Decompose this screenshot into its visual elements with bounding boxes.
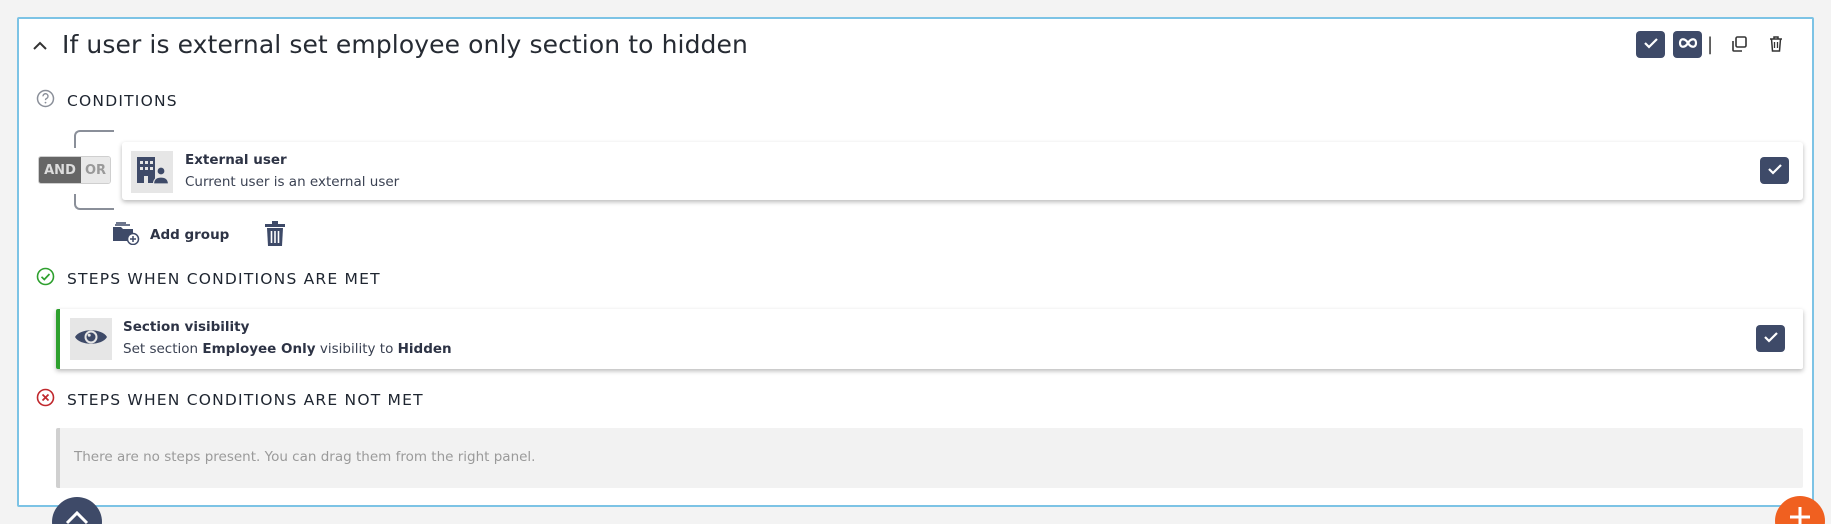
condition-enabled-toggle[interactable] bbox=[1760, 157, 1789, 184]
trash-icon[interactable] bbox=[1766, 34, 1786, 54]
add-group-label: Add group bbox=[150, 227, 230, 243]
plus-icon bbox=[1787, 504, 1813, 524]
always-run-toggle[interactable] bbox=[1673, 31, 1702, 58]
or-option[interactable]: OR bbox=[81, 157, 110, 183]
header-separator: | bbox=[1707, 34, 1714, 55]
condition-title: External user bbox=[185, 152, 287, 168]
check-icon bbox=[1767, 161, 1783, 180]
condition-subtitle: Current user is an external user bbox=[185, 174, 400, 190]
check-icon bbox=[1643, 35, 1659, 54]
chevron-up-icon[interactable] bbox=[29, 35, 51, 57]
step-section-name: Employee Only bbox=[202, 341, 316, 357]
step-sub-middle: visibility to bbox=[315, 341, 398, 357]
met-label: STEPS WHEN CONDITIONS ARE MET bbox=[67, 269, 381, 288]
question-circle-icon bbox=[36, 89, 55, 112]
condition-thumbnail bbox=[131, 151, 173, 193]
met-header: STEPS WHEN CONDITIONS ARE MET bbox=[36, 267, 381, 290]
empty-steps-message: There are no steps present. You can drag… bbox=[74, 449, 536, 465]
step-subtitle: Set section Employee Only visibility to … bbox=[123, 341, 452, 357]
delete-group-icon[interactable] bbox=[264, 221, 286, 247]
not-met-label: STEPS WHEN CONDITIONS ARE NOT MET bbox=[67, 390, 424, 409]
not-met-header: STEPS WHEN CONDITIONS ARE NOT MET bbox=[36, 388, 424, 411]
rule-title: If user is external set employee only se… bbox=[62, 30, 748, 59]
conditions-header: CONDITIONS bbox=[36, 89, 178, 112]
step-visibility-value: Hidden bbox=[397, 341, 452, 357]
eye-icon bbox=[74, 325, 108, 353]
step-thumbnail bbox=[70, 318, 112, 360]
chevron-up-icon bbox=[64, 509, 90, 524]
rule-card: If user is external set employee only se… bbox=[17, 17, 1814, 507]
add-group-button[interactable]: Add group bbox=[112, 221, 229, 249]
and-option[interactable]: AND bbox=[39, 157, 81, 183]
group-connector-top bbox=[74, 130, 114, 148]
copy-icon[interactable] bbox=[1729, 34, 1749, 54]
infinity-icon bbox=[1677, 35, 1699, 54]
step-title: Section visibility bbox=[123, 319, 250, 335]
conditions-label: CONDITIONS bbox=[67, 91, 178, 110]
and-or-toggle[interactable]: AND OR bbox=[38, 156, 111, 184]
group-connector-bottom bbox=[74, 194, 114, 210]
step-sub-prefix: Set section bbox=[123, 341, 203, 357]
building-user-icon bbox=[135, 155, 170, 189]
check-icon bbox=[1763, 329, 1779, 348]
check-circle-icon bbox=[36, 267, 55, 290]
x-circle-icon bbox=[36, 388, 55, 411]
enable-rule-toggle[interactable] bbox=[1636, 31, 1665, 58]
step-card[interactable]: Section visibility Set section Employee … bbox=[56, 309, 1803, 369]
step-enabled-toggle[interactable] bbox=[1756, 325, 1785, 352]
add-folder-icon bbox=[112, 221, 140, 249]
empty-steps-dropzone[interactable]: There are no steps present. You can drag… bbox=[56, 428, 1803, 488]
condition-card[interactable]: External user Current user is an externa… bbox=[122, 142, 1803, 200]
